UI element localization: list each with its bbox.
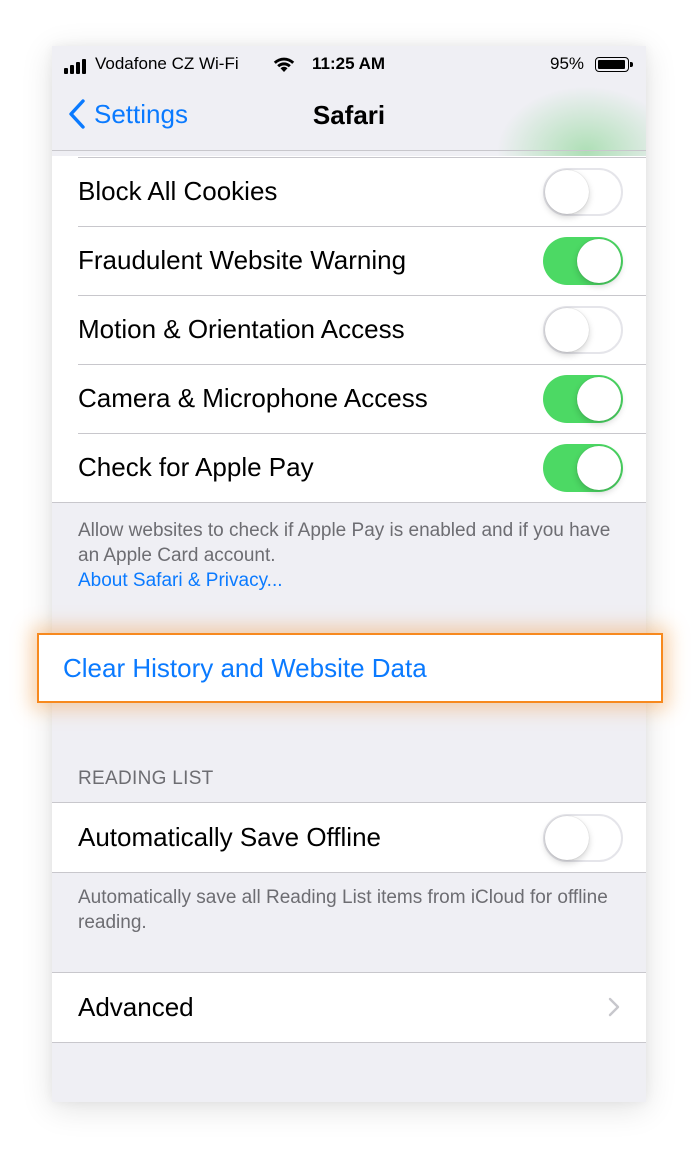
row-label: Check for Apple Pay [78, 452, 314, 482]
status-bar: Vodafone CZ Wi-Fi 11:25 AM 95% [52, 46, 646, 84]
page-title: Safari [312, 100, 386, 130]
battery-fill [598, 60, 625, 69]
about-safari-privacy-link[interactable]: About Safari & Privacy... [78, 568, 623, 593]
advanced-row[interactable]: Advanced [52, 973, 646, 1042]
battery-icon [595, 57, 633, 72]
advanced-group: Advanced [52, 972, 646, 1043]
settings-row-fraudulent-website-warning: Fraudulent Website Warning [52, 226, 646, 295]
row-label: Motion & Orientation Access [78, 314, 405, 344]
row-label: Fraudulent Website Warning [78, 245, 407, 275]
navigation-bar: Settings Safari [52, 84, 646, 151]
settings-row-check-apple-pay: Check for Apple Pay [52, 433, 646, 502]
reading-list-footer: Automatically save all Reading List item… [78, 887, 608, 933]
wifi-icon [273, 57, 295, 72]
reading-list-group: Automatically Save Offline [52, 802, 646, 873]
row-label: Automatically Save Offline [78, 822, 381, 852]
check-apple-pay-toggle[interactable] [543, 444, 623, 492]
row-label: Block All Cookies [78, 176, 278, 206]
privacy-footer: Allow websites to check if Apple Pay is … [78, 518, 623, 593]
clear-history-label: Clear History and Website Data [63, 652, 427, 683]
phone-screen: Vodafone CZ Wi-Fi 11:25 AM 95% Settings … [52, 46, 646, 1102]
battery-percent: 95% [550, 54, 585, 73]
reading-list-header: READING LIST [78, 768, 214, 789]
camera-microphone-toggle[interactable] [543, 375, 623, 423]
settings-row-camera-microphone: Camera & Microphone Access [52, 364, 646, 433]
block-cookies-toggle[interactable] [543, 168, 623, 216]
row-label: Camera & Microphone Access [78, 383, 428, 413]
save-offline-toggle[interactable] [543, 814, 623, 862]
motion-orientation-toggle[interactable] [543, 306, 623, 354]
settings-row-save-offline: Automatically Save Offline [52, 803, 646, 872]
privacy-settings-group: Block All Cookies Fraudulent Website War… [52, 156, 646, 503]
row-label: Advanced [78, 992, 194, 1022]
clear-history-button[interactable]: Clear History and Website Data [37, 633, 663, 703]
settings-row-motion-orientation: Motion & Orientation Access [52, 295, 646, 364]
status-time: 11:25 AM [312, 54, 386, 73]
privacy-footer-text: Allow websites to check if Apple Pay is … [78, 520, 611, 566]
chevron-right-icon [608, 997, 620, 1017]
settings-row-block-all-cookies: Block All Cookies [52, 157, 646, 226]
fraud-warning-toggle[interactable] [543, 237, 623, 285]
carrier-label: Vodafone CZ Wi-Fi [95, 54, 239, 73]
